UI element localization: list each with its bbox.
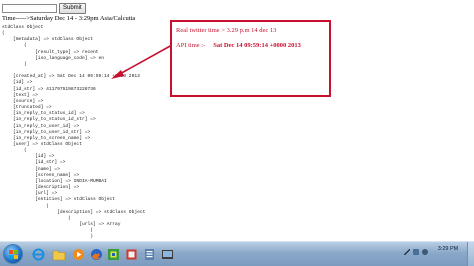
browser-page: Submit Time----->Saturday Dec 14 - 3:29p… xyxy=(0,0,474,241)
windows-logo-icon xyxy=(8,249,18,259)
show-desktop-button[interactable] xyxy=(467,242,474,266)
start-button[interactable] xyxy=(3,244,23,264)
app-icon[interactable] xyxy=(141,246,158,263)
app-icon[interactable] xyxy=(159,246,176,263)
api-time-value: Sat Dec 14 09:59:14 +0000 2013 xyxy=(213,42,301,49)
folder-icon[interactable] xyxy=(50,246,67,263)
network-icon[interactable] xyxy=(413,249,419,255)
firefox-icon[interactable] xyxy=(88,246,105,263)
chrome-icon[interactable] xyxy=(105,246,122,263)
api-time-label: API time :- xyxy=(176,42,206,49)
clock-time: 3:29 PM xyxy=(437,246,459,252)
media-player-icon[interactable] xyxy=(70,246,87,263)
annotation-box: Real twitter time > 3.29 p.m 14 dec 13 A… xyxy=(170,20,331,97)
submit-button[interactable]: Submit xyxy=(59,2,86,14)
ie-icon[interactable] xyxy=(30,246,47,263)
tray-arrow-icon[interactable] xyxy=(404,249,410,255)
real-time-note: Real twitter time > 3.29 p.m 14 dec 13 xyxy=(176,27,277,34)
volume-icon[interactable] xyxy=(422,249,428,255)
api-time-note: API time :- Sat Dec 14 09:59:14 +0000 201… xyxy=(176,42,301,49)
clock[interactable]: 3:29 PM xyxy=(430,246,466,253)
app-icon[interactable] xyxy=(123,246,140,263)
time-readout: Time----->Saturday Dec 14 - 3:29pm Asia/… xyxy=(2,15,136,22)
dump-line: [description] => stdClass Object xyxy=(2,209,146,215)
system-tray xyxy=(404,249,428,255)
text-input[interactable] xyxy=(2,3,57,13)
object-dump: stdClass Object( [metadata] => stdClass … xyxy=(2,25,145,241)
search-form: Submit xyxy=(2,2,86,14)
taskbar: 3:29 PM xyxy=(0,241,474,266)
